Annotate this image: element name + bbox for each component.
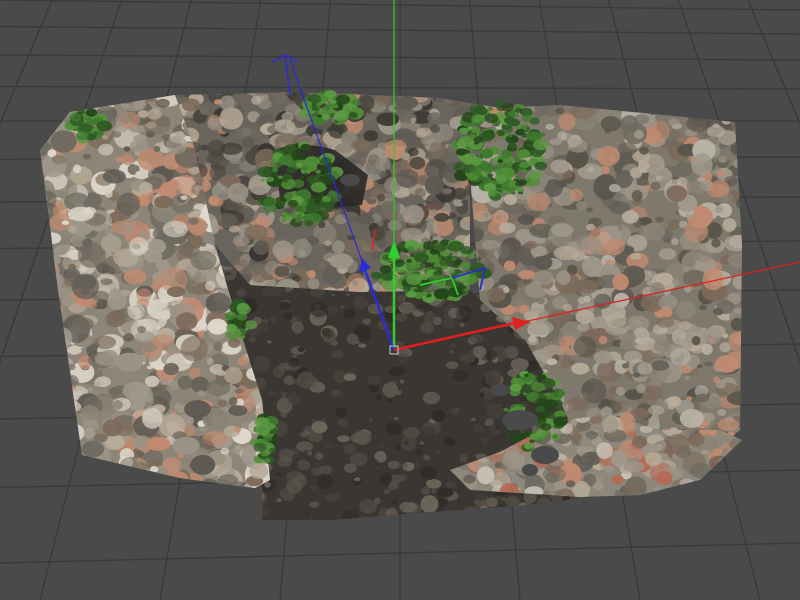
point-cloud-model[interactable] (28, 80, 754, 529)
top-axis-marker (271, 54, 299, 96)
viewport-scene[interactable] (0, 0, 800, 600)
3d-viewport[interactable] (0, 0, 800, 600)
